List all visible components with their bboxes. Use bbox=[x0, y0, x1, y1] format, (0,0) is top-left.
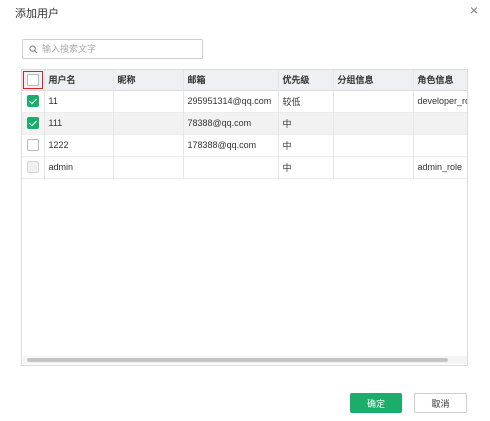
row-checkbox-cell bbox=[22, 156, 45, 178]
cell-group bbox=[333, 90, 414, 112]
search-box[interactable] bbox=[22, 39, 203, 59]
cell-role bbox=[413, 112, 467, 134]
column-header-nickname[interactable]: 昵称 bbox=[113, 70, 184, 91]
cell-nickname bbox=[113, 112, 184, 134]
cell-role bbox=[413, 134, 467, 156]
cell-username: 111 bbox=[44, 112, 114, 134]
cancel-button[interactable]: 取消 bbox=[414, 393, 467, 413]
cell-role: developer_ro bbox=[413, 90, 467, 112]
confirm-button[interactable]: 确定 bbox=[350, 393, 402, 413]
table-header: 用户名 昵称 邮箱 优先级 分组信息 角色信息 bbox=[22, 70, 467, 91]
column-header-group[interactable]: 分组信息 bbox=[333, 70, 414, 91]
table-row[interactable]: 1222 178388@qq.com 中 bbox=[22, 134, 467, 156]
select-all-cell bbox=[22, 70, 45, 91]
column-header-email[interactable]: 邮箱 bbox=[183, 70, 279, 91]
cell-role: admin_role bbox=[413, 156, 467, 178]
horizontal-scrollbar[interactable] bbox=[23, 356, 467, 364]
row-checkbox bbox=[26, 161, 39, 173]
cell-priority: 较低 bbox=[278, 90, 334, 112]
table-row[interactable]: 11 295951314@qq.com 较低 developer_ro bbox=[22, 90, 467, 112]
cell-nickname bbox=[113, 90, 184, 112]
row-checkbox[interactable] bbox=[26, 139, 39, 151]
table-row: admin 中 admin_role bbox=[22, 156, 467, 178]
table-row[interactable]: 111 78388@qq.com 中 bbox=[22, 112, 467, 134]
cell-username: 11 bbox=[44, 90, 114, 112]
row-checkbox[interactable] bbox=[26, 95, 39, 107]
cell-username: 1222 bbox=[44, 134, 114, 156]
cell-username: admin bbox=[44, 156, 114, 178]
add-user-dialog: 添加用户 × 输入搜索文字 用户名 昵称 邮箱 优先级 分组信息 角色信息 11… bbox=[0, 0, 490, 421]
close-icon[interactable]: × bbox=[470, 3, 478, 17]
cell-priority: 中 bbox=[278, 156, 334, 178]
dialog-title: 添加用户 bbox=[15, 8, 59, 20]
search-input[interactable] bbox=[42, 44, 192, 54]
row-checkbox-cell bbox=[22, 90, 45, 112]
cell-priority: 中 bbox=[278, 134, 334, 156]
cell-group bbox=[333, 112, 414, 134]
cell-email: 178388@qq.com bbox=[183, 134, 279, 156]
cell-priority: 中 bbox=[278, 112, 334, 134]
column-header-role[interactable]: 角色信息 bbox=[413, 70, 467, 91]
row-checkbox-cell bbox=[22, 134, 45, 156]
cell-nickname bbox=[113, 134, 184, 156]
select-all-highlight bbox=[22, 70, 43, 89]
column-header-username[interactable]: 用户名 bbox=[44, 70, 114, 91]
row-checkbox[interactable] bbox=[26, 117, 39, 129]
select-all-checkbox[interactable] bbox=[26, 73, 39, 86]
row-checkbox-cell bbox=[22, 112, 45, 134]
cell-email: 78388@qq.com bbox=[183, 112, 279, 134]
cell-group bbox=[333, 156, 414, 178]
scrollbar-thumb[interactable] bbox=[27, 358, 448, 362]
cell-email: 295951314@qq.com bbox=[183, 90, 279, 112]
search-icon bbox=[29, 44, 38, 53]
cell-nickname bbox=[113, 156, 184, 178]
column-header-priority[interactable]: 优先级 bbox=[278, 70, 334, 91]
cell-group bbox=[333, 134, 414, 156]
user-table: 用户名 昵称 邮箱 优先级 分组信息 角色信息 11 295951314@qq.… bbox=[21, 69, 468, 366]
cell-email bbox=[183, 156, 279, 178]
